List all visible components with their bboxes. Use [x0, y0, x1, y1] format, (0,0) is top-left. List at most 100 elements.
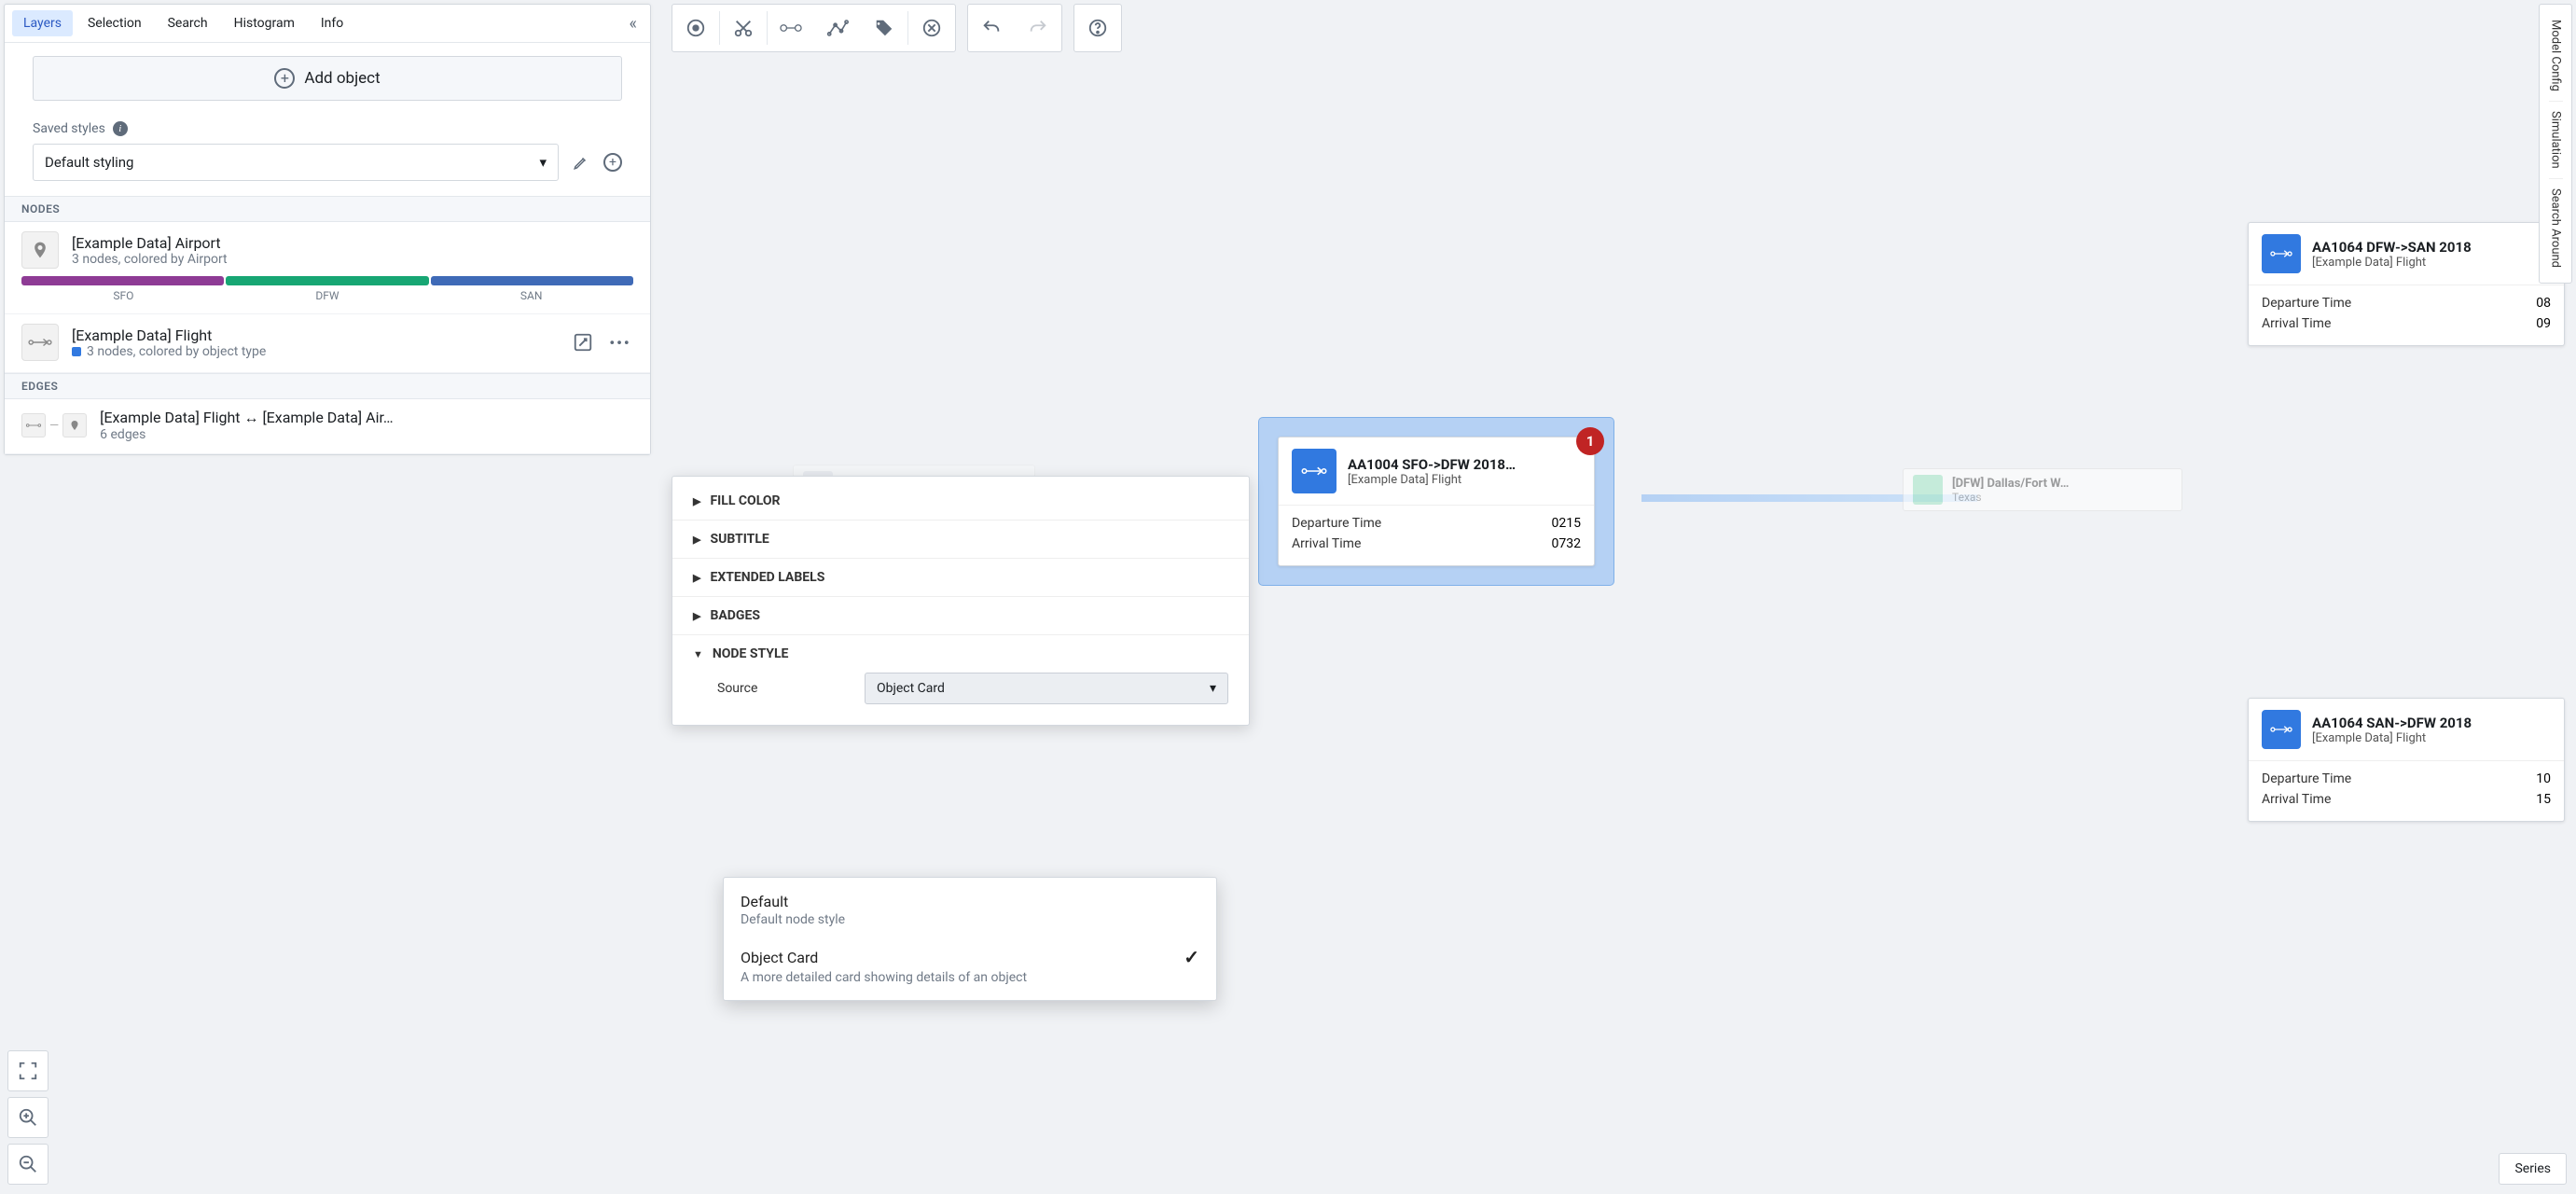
- zoom-out-icon[interactable]: [7, 1144, 48, 1185]
- saved-styles-value: Default styling: [45, 154, 133, 171]
- row-label: Arrival Time: [1292, 536, 1361, 551]
- row-value: 08: [2536, 296, 2551, 311]
- ghost-sub: Texas: [1952, 491, 2069, 504]
- left-panel: Layers Selection Search Histogram Info «…: [4, 4, 651, 455]
- saved-styles-section: Saved styles i Default styling ▾ +: [5, 114, 650, 196]
- sp-subtitle[interactable]: ▶SUBTITLE: [672, 521, 1249, 558]
- layer-more-icon[interactable]: •••: [607, 329, 633, 355]
- type-color-dot: [72, 347, 81, 356]
- edges-section-header: EDGES: [5, 373, 650, 399]
- viewport-tools: [7, 1050, 48, 1185]
- caret-right-icon: ▶: [693, 610, 700, 622]
- edit-style-icon[interactable]: [572, 153, 590, 172]
- color-seg-dfw: [226, 276, 428, 285]
- row-label: Arrival Time: [2262, 316, 2331, 331]
- caret-down-icon: ▼: [693, 648, 703, 660]
- right-rail: Model Config Simulation Search Around: [2539, 4, 2572, 284]
- row-value: 15: [2536, 792, 2551, 807]
- card-subtitle: [Example Data] Flight: [1348, 473, 1516, 487]
- caret-right-icon: ▶: [693, 495, 700, 507]
- card-title: AA1004 SFO->DFW 2018…: [1348, 456, 1516, 473]
- color-seg-sfo: [21, 276, 224, 285]
- flight-card-icon: [2262, 234, 2301, 273]
- flight-icon: [21, 324, 59, 361]
- card-subtitle: [Example Data] Flight: [2312, 256, 2472, 270]
- node-card-b[interactable]: AA1064 SAN->DFW 2018 [Example Data] Flig…: [2248, 698, 2565, 822]
- node-card-a[interactable]: AA1064 DFW->SAN 2018 [Example Data] Flig…: [2248, 222, 2565, 346]
- edge-title-a: [Example Data] Flight: [100, 409, 240, 426]
- ghost-node-dfw[interactable]: [DFW] Dallas/Fort W… Texas: [1903, 468, 2182, 511]
- row-label: Departure Time: [2262, 771, 2351, 786]
- row-label: Departure Time: [2262, 296, 2351, 311]
- panel-tabs: Layers Selection Search Histogram Info «: [5, 5, 650, 43]
- tab-histogram[interactable]: Histogram: [223, 10, 306, 36]
- dropdown-item-object-card[interactable]: Object Card✓ A more detailed card showin…: [724, 937, 1216, 994]
- edit-layer-icon[interactable]: [570, 329, 596, 355]
- collapse-panel-icon[interactable]: «: [624, 14, 643, 34]
- bar-label: DFW: [226, 289, 430, 302]
- row-value: 0732: [1552, 536, 1581, 551]
- tab-layers[interactable]: Layers: [12, 10, 73, 36]
- ghost-title: [DFW] Dallas/Fort W…: [1952, 477, 2069, 491]
- row-value: 0215: [1552, 516, 1581, 531]
- airport-pin-icon: [21, 231, 59, 269]
- source-select[interactable]: Object Card ▾: [865, 673, 1228, 704]
- edge-entry-flight-airport[interactable]: — [Example Data] Flight ↔ [Example Data]…: [5, 399, 650, 454]
- tab-selection[interactable]: Selection: [76, 10, 153, 36]
- dropdown-item-default[interactable]: Default Default node style: [724, 883, 1216, 937]
- airport-color-bar: [21, 276, 633, 285]
- source-dropdown: Default Default node style Object Card✓ …: [723, 877, 1217, 1001]
- row-value: 09: [2536, 316, 2551, 331]
- card-title: AA1064 DFW->SAN 2018: [2312, 239, 2472, 256]
- color-seg-san: [431, 276, 633, 285]
- saved-styles-select[interactable]: Default styling ▾: [33, 144, 559, 181]
- source-label: Source: [717, 681, 848, 696]
- add-style-icon[interactable]: +: [603, 153, 622, 172]
- row-value: 10: [2536, 771, 2551, 786]
- edge-subtitle: 6 edges: [100, 427, 633, 442]
- zoom-in-icon[interactable]: [7, 1097, 48, 1138]
- caret-right-icon: ▶: [693, 534, 700, 546]
- series-button[interactable]: Series: [2499, 1153, 2567, 1185]
- edge-combo-icon: —: [21, 413, 87, 437]
- bar-label: SFO: [21, 289, 226, 302]
- card-subtitle: [Example Data] Flight: [2312, 731, 2472, 745]
- node-subtitle: 3 nodes, colored by object type: [87, 344, 266, 359]
- card-title: AA1064 SAN->DFW 2018: [2312, 715, 2472, 731]
- node-subtitle: 3 nodes, colored by Airport: [72, 252, 633, 267]
- check-icon: ✓: [1184, 946, 1199, 968]
- row-label: Departure Time: [1292, 516, 1381, 531]
- saved-styles-label: Saved styles: [33, 121, 105, 136]
- edge-arrow: ↔: [243, 409, 258, 426]
- row-label: Arrival Time: [2262, 792, 2331, 807]
- chevron-down-icon: ▾: [539, 154, 547, 171]
- vtab-simulation[interactable]: Simulation: [2549, 101, 2563, 178]
- selection-count-badge: 1: [1576, 427, 1604, 455]
- info-icon[interactable]: i: [113, 121, 128, 136]
- tab-info[interactable]: Info: [310, 10, 354, 36]
- fit-view-icon[interactable]: [7, 1050, 48, 1091]
- sp-fill-color[interactable]: ▶FILL COLOR: [672, 482, 1249, 520]
- selected-node-card[interactable]: AA1004 SFO->DFW 2018… [Example Data] Fli…: [1259, 418, 1613, 585]
- node-style-popover: ▶FILL COLOR ▶SUBTITLE ▶EXTENDED LABELS ▶…: [672, 476, 1250, 726]
- node-title: [Example Data] Flight: [72, 326, 557, 344]
- sp-node-style[interactable]: ▼NODE STYLE: [672, 635, 1249, 673]
- flight-card-icon: [1292, 449, 1336, 493]
- node-entry-airport[interactable]: [Example Data] Airport 3 nodes, colored …: [5, 222, 650, 314]
- add-object-button[interactable]: + Add object: [33, 56, 622, 101]
- tab-search[interactable]: Search: [157, 10, 219, 36]
- node-title: [Example Data] Airport: [72, 234, 633, 252]
- vtab-model-config[interactable]: Model Config: [2549, 10, 2563, 101]
- add-object-label: Add object: [304, 69, 380, 88]
- sp-extended-labels[interactable]: ▶EXTENDED LABELS: [672, 559, 1249, 596]
- vtab-search-around[interactable]: Search Around: [2549, 178, 2563, 277]
- node-entry-flight[interactable]: [Example Data] Flight 3 nodes, colored b…: [5, 314, 650, 373]
- sp-badges[interactable]: ▶BADGES: [672, 597, 1249, 634]
- bar-label: SAN: [429, 289, 633, 302]
- plus-circle-icon: +: [274, 68, 295, 89]
- chevron-down-icon: ▾: [1210, 681, 1216, 696]
- edge-title-b: [Example Data] Air…: [262, 409, 393, 426]
- flight-card-icon: [2262, 710, 2301, 749]
- nodes-section-header: NODES: [5, 196, 650, 222]
- source-value: Object Card: [877, 681, 945, 696]
